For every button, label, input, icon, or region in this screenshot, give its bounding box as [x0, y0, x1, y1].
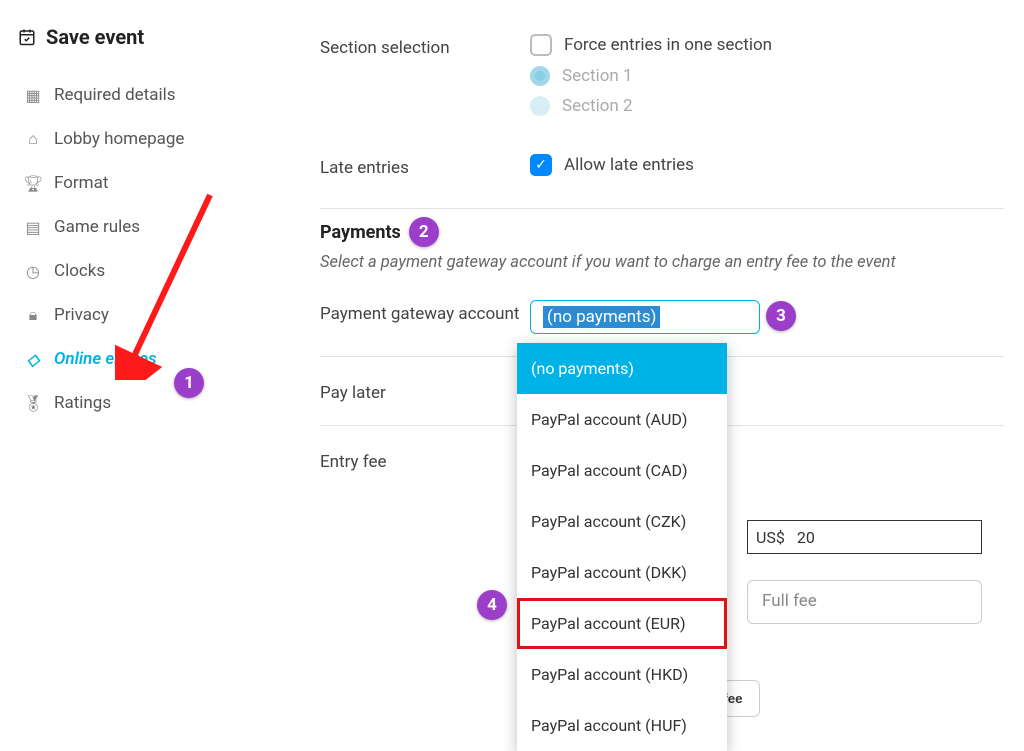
currency-prefix: US$	[748, 528, 793, 547]
sidebar-item-label: Format	[54, 173, 108, 193]
dropdown-option-paypal-cad[interactable]: PayPal account (CAD)	[517, 445, 727, 496]
sidebar-title-text: Save event	[46, 25, 144, 49]
entry-fee-amount-input[interactable]: US$ 20	[747, 520, 982, 554]
save-icon	[18, 27, 36, 47]
checkbox-icon[interactable]	[530, 34, 552, 56]
sidebar-item-ratings[interactable]: 🏅︎ Ratings	[18, 381, 262, 425]
annotation-badge-4: 4	[477, 590, 507, 620]
sidebar-item-label: Lobby homepage	[54, 129, 184, 149]
payments-heading-text: Payments	[320, 222, 401, 243]
entry-fee-value: 20	[793, 528, 819, 547]
dropdown-option-paypal-eur[interactable]: PayPal account (EUR)	[517, 598, 727, 649]
payments-subtext: Select a payment gateway account if you …	[320, 253, 1004, 272]
label-late-entries: Late entries	[320, 154, 530, 178]
row-late-entries: Late entries ✓ Allow late entries	[320, 140, 1004, 200]
clock-icon: ◷	[24, 262, 42, 281]
annotation-badge-2: 2	[409, 217, 439, 247]
sidebar-item-label: Required details	[54, 85, 176, 105]
payment-gateway-dropdown[interactable]: (no payments) PayPal account (AUD) PayPa…	[517, 343, 727, 751]
entry-fee-name-input[interactable]: Full fee	[747, 580, 982, 624]
entry-fee-name-placeholder: Full fee	[762, 591, 817, 611]
select-value: (no payments)	[543, 306, 660, 328]
label-pay-later: Pay later	[320, 379, 530, 403]
label-entry-fee: Entry fee	[320, 448, 530, 472]
radio-icon[interactable]	[530, 66, 550, 86]
radio-label: Section 1	[562, 66, 633, 86]
row-payment-gateway: Payment gateway account (no payments)	[320, 286, 1004, 348]
dropdown-option-paypal-czk[interactable]: PayPal account (CZK)	[517, 496, 727, 547]
trophy-icon: 🏆︎	[24, 174, 42, 193]
sidebar-item-lobby-homepage[interactable]: ⌂ Lobby homepage	[18, 117, 262, 161]
payment-gateway-select[interactable]: (no payments)	[530, 300, 760, 334]
force-entries-checkbox-row[interactable]: Force entries in one section	[530, 34, 1004, 56]
label-section-selection: Section selection	[320, 34, 530, 58]
sidebar-title: Save event	[18, 25, 262, 49]
annotation-badge-3: 3	[766, 301, 796, 331]
radio-icon[interactable]	[530, 96, 550, 116]
radio-section-2[interactable]: Section 2	[530, 96, 1004, 116]
allow-late-entries-checkbox-row[interactable]: ✓ Allow late entries	[530, 154, 1004, 176]
ticket-icon: ◇	[24, 350, 42, 369]
sidebar-item-label: Clocks	[54, 261, 105, 281]
checkbox-icon[interactable]: ✓	[530, 154, 552, 176]
sidebar-item-label: Ratings	[54, 393, 111, 413]
home-icon: ⌂	[24, 129, 42, 149]
dropdown-option-no-payments[interactable]: (no payments)	[517, 343, 727, 394]
dropdown-option-paypal-hkd[interactable]: PayPal account (HKD)	[517, 649, 727, 700]
rules-icon: ▤	[24, 218, 42, 237]
dropdown-option-paypal-aud[interactable]: PayPal account (AUD)	[517, 394, 727, 445]
entry-fee-controls: US$ 20 Full fee	[747, 520, 987, 624]
radio-label: Section 2	[562, 96, 633, 116]
grid-icon: ▦	[24, 86, 42, 105]
checkbox-label: Force entries in one section	[564, 35, 772, 55]
annotation-arrow-icon	[115, 190, 225, 380]
lock-icon: 🔒︎	[24, 305, 42, 325]
sidebar-item-required-details[interactable]: ▦ Required details	[18, 73, 262, 117]
row-section-selection: Section selection Force entries in one s…	[320, 20, 1004, 140]
dropdown-option-paypal-huf[interactable]: PayPal account (HUF)	[517, 700, 727, 751]
checkbox-label: Allow late entries	[564, 155, 694, 175]
radio-section-1[interactable]: Section 1	[530, 66, 1004, 86]
dropdown-option-paypal-dkk[interactable]: PayPal account (DKK)	[517, 547, 727, 598]
annotation-badge-1: 1	[174, 368, 204, 398]
medal-icon: 🏅︎	[24, 394, 42, 413]
sidebar-item-label: Privacy	[54, 305, 109, 325]
label-payment-gateway: Payment gateway account	[320, 300, 530, 324]
divider	[320, 208, 1004, 209]
payments-heading: Payments 2	[320, 217, 1004, 247]
